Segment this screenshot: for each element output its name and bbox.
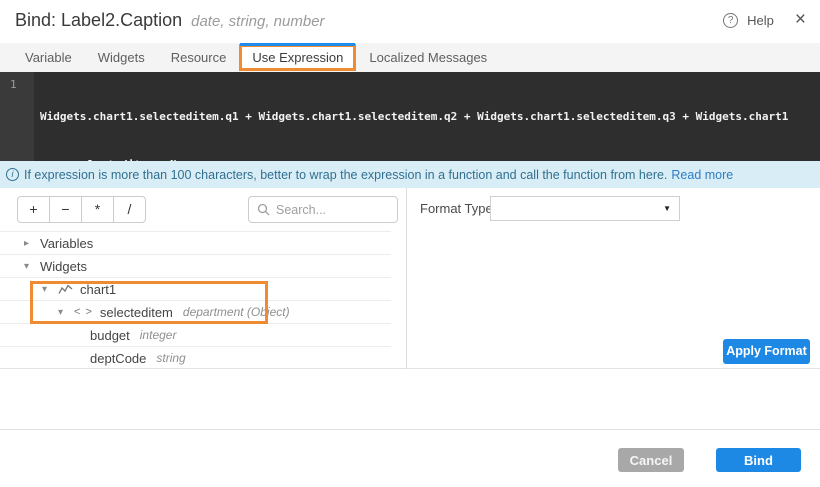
plus-operator-button[interactable]: + [17,196,50,223]
dialog-footer: Cancel Bind [0,429,820,487]
bind-source-panel: + − * / ▸ Variables ▾ Widgets [0,188,407,369]
bind-tree: ▸ Variables ▾ Widgets ▾ chart1 [0,231,391,369]
help-link[interactable]: Help [747,13,774,28]
apply-format-button[interactable]: Apply Format [723,339,810,364]
tree-item-label: chart1 [80,282,116,297]
bind-button[interactable]: Bind [716,448,801,472]
chevron-down-icon[interactable]: ▾ [58,307,74,318]
chevron-down-icon[interactable]: ▾ [42,284,58,295]
tree-item-chart1[interactable]: ▾ chart1 [0,277,391,300]
dialog-header: Bind: Label2.Caption date, string, number… [0,0,820,43]
tree-item-budget[interactable]: budget integer [0,323,391,346]
content-area: + − * / ▸ Variables ▾ Widgets [0,188,820,369]
tree-item-label: Variables [40,236,93,251]
tree-item-label: selecteditem [100,305,173,320]
dialog-subtitle: date, string, number [191,13,324,30]
format-panel: Format Type ▼ Apply Format [408,188,820,369]
info-text: If expression is more than 100 character… [24,168,667,182]
tree-item-type: department (Object) [183,305,290,319]
line-number: 1 [10,78,17,91]
expression-editor[interactable]: 1 Widgets.chart1.selecteditem.q1 + Widge… [0,72,820,161]
tab-variable[interactable]: Variable [12,43,85,72]
search-input[interactable] [276,203,389,217]
chevron-down-icon[interactable]: ▾ [24,261,40,272]
search-icon [257,203,270,216]
divide-operator-button[interactable]: / [113,196,146,223]
multiply-operator-button[interactable]: * [81,196,114,223]
tree-item-type: string [156,351,185,365]
dropdown-caret-icon: ▼ [663,204,671,213]
editor-gutter [0,72,34,161]
tree-item-deptcode[interactable]: deptCode string [0,346,391,369]
tab-use-expression[interactable]: Use Expression [239,44,356,71]
page-title: Bind: Label2.Caption date, string, number [15,10,325,31]
tab-resource[interactable]: Resource [158,43,240,72]
code-brackets-icon: < > [74,306,93,318]
line-chart-icon [58,284,73,295]
help-icon[interactable]: ? [723,13,738,28]
tree-item-label: deptCode [90,351,146,366]
tree-item-type: integer [140,328,177,342]
tree-item-label: budget [90,328,130,343]
minus-operator-button[interactable]: − [49,196,82,223]
cancel-button[interactable]: Cancel [618,448,684,472]
tab-localized-messages[interactable]: Localized Messages [356,43,500,72]
tree-item-selecteditem[interactable]: ▾ < > selecteditem department (Object) [0,300,391,323]
tab-widgets[interactable]: Widgets [85,43,158,72]
format-type-label: Format Type [420,201,493,216]
operator-toolbar: + − * / [17,196,146,223]
search-box[interactable] [248,196,398,223]
close-icon[interactable]: × [795,11,806,29]
tree-item-label: Widgets [40,259,87,274]
dialog-title: Bind: Label2.Caption [15,10,182,30]
format-type-dropdown[interactable]: ▼ [490,196,680,221]
info-icon: i [6,168,19,181]
tree-item-variables[interactable]: ▸ Variables [0,231,391,254]
info-banner: i If expression is more than 100 charact… [0,161,820,188]
chevron-right-icon[interactable]: ▸ [24,238,40,249]
bind-dialog: Bind: Label2.Caption date, string, number… [0,0,820,487]
expression-line-1: Widgets.chart1.selecteditem.q1 + Widgets… [40,109,788,125]
tree-item-widgets[interactable]: ▾ Widgets [0,254,391,277]
tab-bar: Variable Widgets Resource Use Expression… [0,43,820,72]
read-more-link[interactable]: Read more [671,168,733,182]
